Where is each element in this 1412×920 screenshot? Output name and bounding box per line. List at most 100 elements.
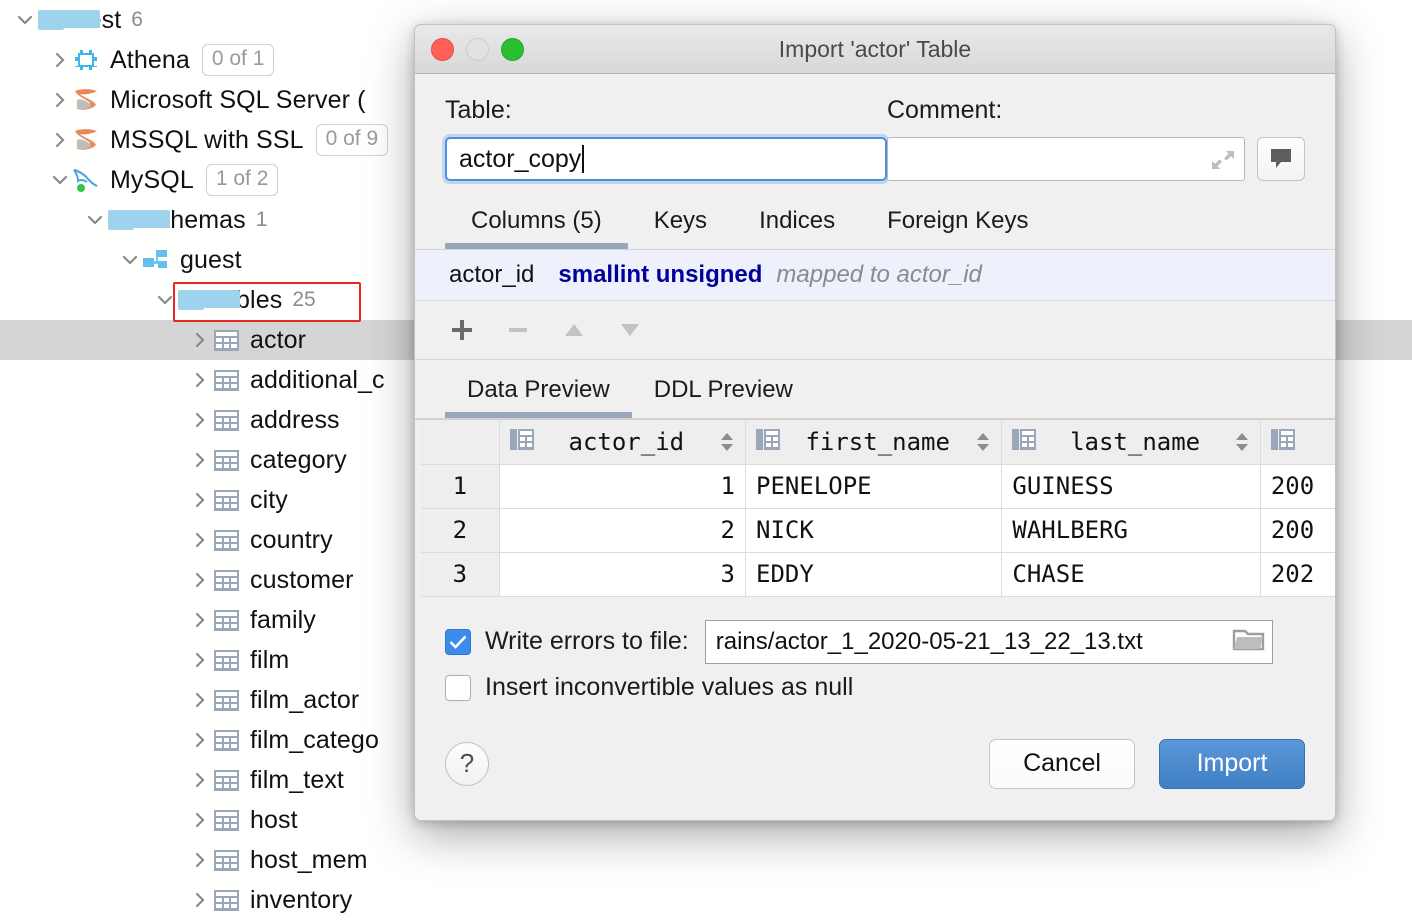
import-button[interactable]: Import	[1159, 739, 1305, 789]
expand-toggle-icon[interactable]	[189, 609, 211, 631]
tree-row[interactable]: host_mem	[0, 840, 1412, 880]
expand-toggle-icon[interactable]	[189, 489, 211, 511]
cell-partial[interactable]: 200	[1260, 508, 1335, 552]
add-icon[interactable]	[449, 317, 475, 343]
column-header-first-name[interactable]: first_name	[746, 420, 1002, 464]
name-and-comment-row: Table: actor_copy Comment:	[445, 74, 1305, 181]
expand-toggle-icon[interactable]	[189, 729, 211, 751]
data-preview-grid[interactable]: actor_id first_name	[415, 419, 1335, 597]
folder-icon	[36, 7, 66, 33]
tree-row-label: actor	[250, 326, 306, 355]
expand-toggle-icon[interactable]	[154, 289, 176, 311]
write-errors-option: Write errors to file: rains/actor_1_2020…	[445, 619, 1305, 665]
expand-toggle-icon[interactable]	[189, 449, 211, 471]
expand-toggle-icon[interactable]	[49, 49, 71, 71]
expand-toggle-icon[interactable]	[119, 249, 141, 271]
expand-toggle-icon[interactable]	[189, 529, 211, 551]
cell-partial[interactable]: 202	[1260, 552, 1335, 596]
cell-last-name[interactable]: CHASE	[1002, 552, 1260, 596]
cell-last-name[interactable]: GUINESS	[1002, 464, 1260, 508]
table-label: Table:	[445, 96, 887, 125]
expand-toggle-icon[interactable]	[189, 649, 211, 671]
table-row[interactable]: 2 2 NICK WAHLBERG 200	[421, 508, 1335, 552]
column-header-last-name[interactable]: last_name	[1002, 420, 1260, 464]
tree-row-label: inventory	[250, 886, 352, 915]
tree-row-label: Microsoft SQL Server (	[110, 86, 366, 115]
expand-icon[interactable]	[1210, 148, 1236, 177]
expand-toggle-icon[interactable]	[189, 769, 211, 791]
table-icon	[211, 687, 241, 713]
zoom-icon[interactable]	[501, 38, 524, 61]
table-column-icon	[1012, 428, 1036, 456]
expand-toggle-icon[interactable]	[49, 129, 71, 151]
cell-actor-id[interactable]: 3	[499, 552, 745, 596]
expand-toggle-icon[interactable]	[189, 329, 211, 351]
preview-tabs[interactable]: Data Preview DDL Preview	[445, 376, 1305, 418]
tab-data-preview[interactable]: Data Preview	[445, 376, 632, 418]
expand-toggle-icon[interactable]	[49, 89, 71, 111]
column-header-actor-id[interactable]: actor_id	[499, 420, 745, 464]
column-header-partial[interactable]	[1260, 420, 1335, 464]
folder-browse-icon[interactable]	[1232, 625, 1266, 658]
help-button[interactable]: ?	[445, 742, 489, 786]
error-file-path-input[interactable]: rains/actor_1_2020-05-21_13_22_13.txt	[705, 620, 1273, 664]
cell-partial[interactable]: 200	[1260, 464, 1335, 508]
tab-foreign-keys-label: Foreign Keys	[887, 207, 1028, 234]
expand-toggle-icon[interactable]	[189, 809, 211, 831]
table-row[interactable]: 1 1 PENELOPE GUINESS 200	[421, 464, 1335, 508]
insert-null-label: Insert inconvertible values as null	[485, 673, 853, 702]
tree-row-label: film_catego	[250, 726, 379, 755]
comment-input[interactable]	[887, 137, 1245, 181]
tree-row-label: MSSQL with SSL	[110, 126, 304, 155]
cell-first-name[interactable]: PENELOPE	[746, 464, 1002, 508]
tree-row-label: host_mem	[250, 846, 368, 875]
insert-null-checkbox[interactable]	[445, 675, 471, 701]
expand-toggle-icon[interactable]	[49, 169, 71, 191]
tree-row[interactable]: inventory	[0, 880, 1412, 920]
table-icon	[211, 607, 241, 633]
table-name-value: actor_copy	[459, 145, 581, 174]
tree-row-badge: 0 of 1	[202, 44, 275, 76]
help-icon: ?	[460, 748, 474, 779]
cell-first-name[interactable]: NICK	[746, 508, 1002, 552]
table-icon	[211, 327, 241, 353]
cell-actor-id[interactable]: 2	[499, 508, 745, 552]
tree-row-count: 25	[292, 288, 315, 312]
expand-toggle-icon[interactable]	[14, 9, 36, 31]
tree-row-count: 6	[131, 8, 143, 32]
cancel-button-label: Cancel	[1023, 749, 1101, 778]
cell-actor-id[interactable]: 1	[499, 464, 745, 508]
expand-toggle-icon[interactable]	[189, 849, 211, 871]
expand-toggle-icon[interactable]	[189, 369, 211, 391]
tab-keys[interactable]: Keys	[628, 207, 733, 249]
cell-last-name[interactable]: WAHLBERG	[1002, 508, 1260, 552]
expand-toggle-icon[interactable]	[189, 409, 211, 431]
remove-icon	[505, 317, 531, 343]
close-icon[interactable]	[431, 38, 454, 61]
expand-toggle-icon[interactable]	[84, 209, 106, 231]
table-name-input[interactable]: actor_copy	[445, 137, 887, 181]
expand-toggle-icon[interactable]	[189, 689, 211, 711]
sort-arrows-icon[interactable]	[1234, 432, 1250, 452]
tab-foreign-keys[interactable]: Foreign Keys	[861, 207, 1054, 249]
tab-ddl-preview[interactable]: DDL Preview	[632, 376, 815, 418]
object-tabs[interactable]: Columns (5) Keys Indices Foreign Keys	[445, 207, 1305, 249]
tree-row-badge: 1 of 2	[206, 164, 279, 196]
cell-first-name[interactable]: EDDY	[746, 552, 1002, 596]
preview-table: actor_id first_name	[421, 420, 1335, 597]
tab-columns[interactable]: Columns (5)	[445, 207, 628, 249]
tab-indices[interactable]: Indices	[733, 207, 861, 249]
cancel-button[interactable]: Cancel	[989, 739, 1135, 789]
column-list-row[interactable]: actor_id smallint unsigned mapped to act…	[415, 250, 1335, 301]
table-row[interactable]: 3 3 EDDY CHASE 202	[421, 552, 1335, 596]
sort-arrows-icon[interactable]	[719, 432, 735, 452]
tree-row-label: host	[250, 806, 298, 835]
sort-arrows-icon[interactable]	[975, 432, 991, 452]
expand-toggle-icon[interactable]	[189, 569, 211, 591]
table-icon	[211, 887, 241, 913]
move-up-icon	[561, 317, 587, 343]
tree-row-count: 1	[256, 208, 268, 232]
write-errors-checkbox[interactable]	[445, 629, 471, 655]
tree-row-label: guest	[180, 246, 242, 275]
comment-toggle-button[interactable]	[1257, 137, 1305, 181]
